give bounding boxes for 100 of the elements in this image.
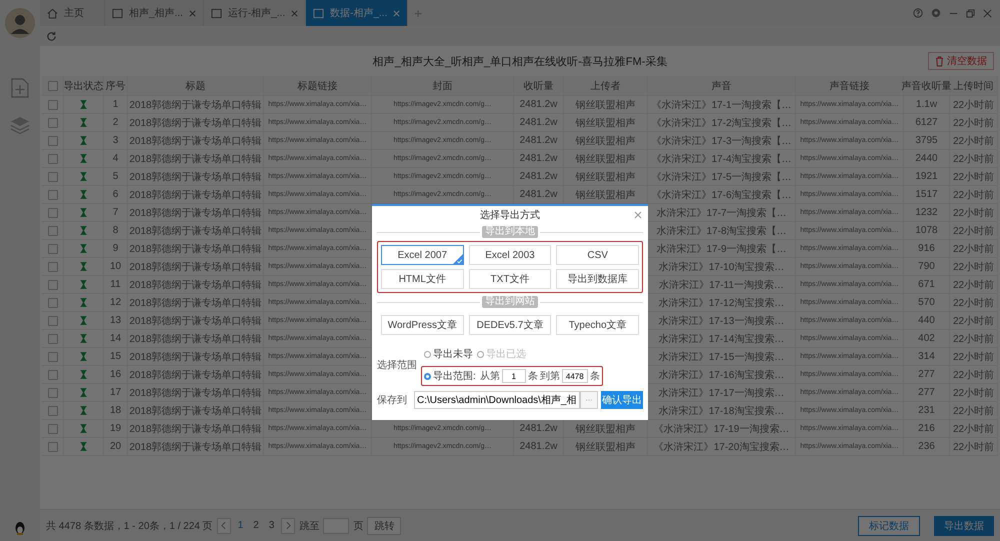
close-icon[interactable]	[983, 8, 992, 18]
export-option-button[interactable]: TXT文件	[468, 269, 552, 289]
table-cell: 2018郭德纲于谦专场单口特辑	[128, 330, 264, 347]
export-option-button[interactable]: Excel 2007	[381, 245, 464, 265]
from-label: 从第	[480, 370, 500, 383]
layers-icon[interactable]	[10, 116, 30, 134]
row-checkbox[interactable]	[48, 370, 58, 380]
help-icon[interactable]	[913, 8, 923, 18]
export-option-button[interactable]: Excel 2003	[468, 245, 552, 265]
clear-data-button[interactable]: 清空数据	[928, 52, 994, 70]
table-cell: 2481.2w	[514, 96, 564, 113]
row-checkbox[interactable]	[48, 334, 58, 344]
row-checkbox[interactable]	[48, 136, 58, 146]
jump-button[interactable]: 跳转	[367, 516, 402, 534]
mark-data-button[interactable]: 标记数据	[858, 516, 920, 536]
row-checkbox[interactable]	[48, 226, 58, 236]
next-page-button[interactable]	[281, 518, 296, 534]
row-checkbox[interactable]	[48, 244, 58, 254]
table-cell: 22小时前	[950, 312, 998, 329]
table-cell: 《水浒宋江》17-19一淘搜索…	[648, 420, 796, 437]
row-checkbox[interactable]	[48, 316, 58, 326]
unit-label: 条	[528, 370, 538, 383]
close-icon[interactable]	[634, 211, 642, 219]
tab-label: 主页	[64, 6, 84, 20]
export-data-button[interactable]: 导出数据	[934, 516, 994, 536]
column-header: 封面	[372, 76, 514, 95]
table-cell: 22小时前	[950, 96, 998, 113]
section-label: 导出到网站	[482, 296, 538, 308]
page-icon	[112, 8, 123, 18]
row-checkbox[interactable]	[48, 406, 58, 416]
close-icon[interactable]	[291, 10, 298, 16]
save-path-field[interactable]: C:\Users\admin\Downloads\相声_相	[414, 391, 580, 409]
table-cell: 4	[104, 150, 128, 167]
page-number[interactable]: 3	[266, 520, 278, 531]
hourglass-icon	[80, 190, 87, 199]
row-checkbox[interactable]	[48, 118, 58, 128]
refresh-icon[interactable]	[46, 30, 57, 42]
export-option-button[interactable]: HTML文件	[381, 269, 464, 289]
table-cell: 2018郭德纲于谦专场单口特辑	[128, 240, 264, 257]
table-cell: 《水浒宋江》17-2淘宝搜索【…	[648, 114, 796, 131]
table-cell: 钢丝联盟相声	[564, 114, 648, 131]
section-label: 导出到本地	[482, 226, 538, 238]
table-cell: 11	[104, 276, 128, 293]
table-cell: 3795	[904, 132, 950, 149]
confirm-export-button[interactable]: 确认导出	[601, 391, 643, 409]
select-all-checkbox[interactable]	[48, 80, 58, 90]
hourglass-icon	[80, 208, 87, 217]
table-cell: 22小时前	[950, 402, 998, 419]
hourglass-icon	[80, 244, 87, 253]
page-number[interactable]: 2	[250, 520, 262, 531]
table-cell: 2018郭德纲于谦专场单口特辑	[128, 258, 264, 275]
table-cell: 3	[104, 132, 128, 149]
row-checkbox[interactable]	[48, 280, 58, 290]
table-cell: 2481.2w	[514, 186, 564, 203]
tab[interactable]: 数据-相声_...	[306, 0, 408, 26]
table-cell: 570	[904, 294, 950, 311]
table-cell: 22小时前	[950, 276, 998, 293]
column-header: 收听量	[514, 76, 564, 95]
export-option-button[interactable]: WordPress文章	[381, 315, 464, 335]
table-cell: 13	[104, 312, 128, 329]
table-cell: 2018郭德纲于谦专场单口特辑	[128, 222, 264, 239]
add-file-icon[interactable]	[11, 78, 29, 98]
penguin-icon[interactable]	[14, 521, 26, 535]
table-cell: 22小时前	[950, 366, 998, 383]
row-checkbox[interactable]	[48, 352, 58, 362]
export-option-button[interactable]: 导出到数据库	[556, 269, 639, 289]
row-checkbox[interactable]	[48, 442, 58, 452]
column-header: 序号	[104, 76, 128, 95]
table-cell: 22小时前	[950, 294, 998, 311]
row-checkbox[interactable]	[48, 208, 58, 218]
row-checkbox[interactable]	[48, 424, 58, 434]
export-option-button[interactable]: CSV	[556, 245, 639, 265]
hourglass-icon	[80, 352, 87, 361]
radio-option[interactable]: 导出范围:	[424, 369, 476, 383]
row-checkbox[interactable]	[48, 154, 58, 164]
export-option-button[interactable]: DEDEv5.7文章	[468, 315, 552, 335]
radio-option[interactable]: 导出未导	[424, 347, 473, 361]
avatar[interactable]	[5, 8, 35, 38]
hourglass-icon	[80, 172, 87, 181]
previous-page-button[interactable]	[216, 518, 231, 534]
row-checkbox[interactable]	[48, 172, 58, 182]
row-checkbox[interactable]	[48, 190, 58, 200]
column-header: 上传者	[564, 76, 648, 95]
restore-icon[interactable]	[966, 8, 975, 18]
export-option-button[interactable]: Typecho文章	[556, 315, 639, 335]
to-label: 到第	[540, 370, 560, 383]
hourglass-icon	[80, 388, 87, 397]
settings-icon[interactable]	[931, 8, 941, 18]
table-cell: 6	[104, 186, 128, 203]
table-cell: 22小时前	[950, 438, 998, 455]
row-checkbox[interactable]	[48, 388, 58, 398]
table-cell: 22小时前	[950, 186, 998, 203]
tab-label: 运行-相声_...	[228, 6, 286, 20]
row-checkbox[interactable]	[48, 262, 58, 272]
page-number[interactable]: 1	[234, 520, 246, 531]
close-icon[interactable]	[188, 10, 196, 16]
to-field[interactable]: 4478	[562, 369, 588, 383]
row-checkbox[interactable]	[48, 298, 58, 308]
from-field[interactable]: 1	[502, 369, 526, 383]
row-checkbox[interactable]	[48, 100, 58, 110]
